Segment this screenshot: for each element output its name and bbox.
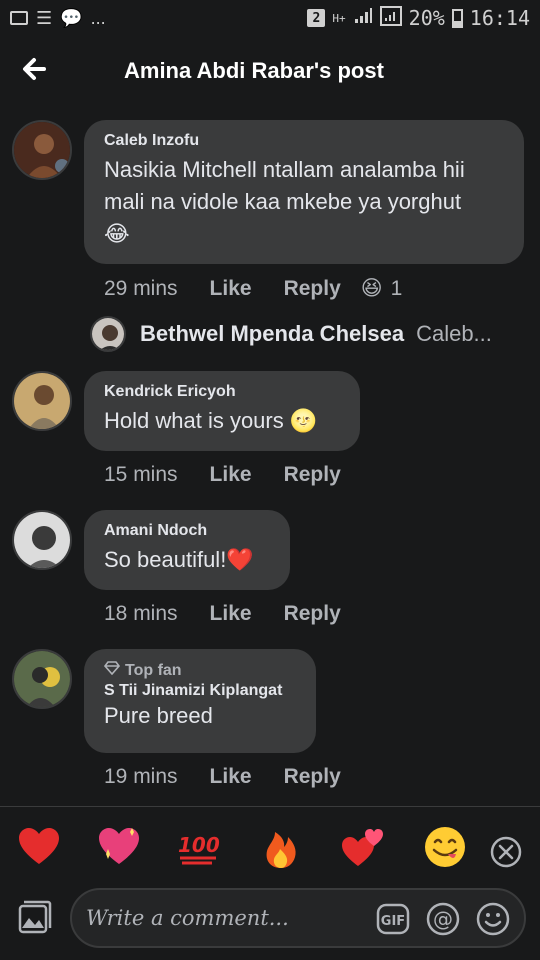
like-button[interactable]: Like xyxy=(210,277,252,301)
reply-author: Bethwel Mpenda Chelsea xyxy=(140,321,405,346)
comment-bubble[interactable]: Caleb Inzofu Nasikia Mitchell ntallam an… xyxy=(84,120,524,264)
avatar[interactable] xyxy=(12,649,72,709)
like-button[interactable]: Like xyxy=(210,602,252,626)
avatar[interactable] xyxy=(12,120,72,180)
comment-text: So beautiful!❤️ xyxy=(104,547,254,572)
comment-bubble[interactable]: Top fan S Tii Jinamizi Kiplangat Pure br… xyxy=(84,649,316,753)
reaction-summary[interactable]: 😆 1 xyxy=(361,276,403,301)
comment-author[interactable]: Kendrick Ericyoh xyxy=(104,383,340,401)
image-icon xyxy=(10,11,28,25)
comment-input[interactable] xyxy=(86,900,366,936)
page-title: Amina Abdi Rabar's post xyxy=(124,58,384,83)
comment-actions: 19 mins Like Reply xyxy=(104,765,341,789)
top-fan-badge: Top fan xyxy=(103,661,296,680)
reaction-bar: 100 xyxy=(0,810,540,880)
emoji: 😂 xyxy=(104,221,130,246)
status-dots: ... xyxy=(90,7,106,28)
comment-input-container: GIF @ xyxy=(70,888,526,948)
back-arrow-icon[interactable] xyxy=(18,54,52,84)
like-button[interactable]: Like xyxy=(210,765,252,789)
at-label: @ xyxy=(433,907,453,931)
comment-author[interactable]: S Tii Jinamizi Kiplangat xyxy=(104,682,296,700)
chat-icon: 💬 xyxy=(60,7,83,28)
svg-text:100: 100 xyxy=(178,833,220,857)
diamond-icon xyxy=(103,661,121,680)
comment-time[interactable]: 15 mins xyxy=(104,463,178,487)
photo-icon[interactable] xyxy=(16,900,52,936)
comment-author[interactable]: Caleb Inzofu xyxy=(104,132,504,150)
smiley-icon[interactable] xyxy=(476,902,510,936)
signal-icon-2 xyxy=(379,5,402,31)
comment-bubble[interactable]: Amani Ndoch So beautiful!❤️ xyxy=(84,510,290,590)
reply-avatar xyxy=(90,316,126,352)
like-button[interactable]: Like xyxy=(210,463,252,487)
comment-time[interactable]: 29 mins xyxy=(104,277,178,301)
close-circle-icon[interactable] xyxy=(490,836,522,868)
gif-button[interactable]: GIF xyxy=(376,902,410,936)
avatar[interactable] xyxy=(12,510,72,570)
reaction-emoji: 😆 xyxy=(360,277,383,300)
list-icon: ☰ xyxy=(36,7,53,28)
comment-actions: 15 mins Like Reply xyxy=(104,463,341,487)
gif-label: GIF xyxy=(381,914,405,929)
reply-button[interactable]: Reply xyxy=(284,463,341,487)
comment-text: Pure breed xyxy=(104,703,213,728)
comment-time[interactable]: 18 mins xyxy=(104,602,178,626)
two-hearts-icon[interactable] xyxy=(340,824,386,870)
hundred-points-icon[interactable]: 100 xyxy=(176,824,222,870)
sparkling-heart-icon[interactable] xyxy=(96,824,142,870)
comment-time[interactable]: 19 mins xyxy=(104,765,178,789)
comment-text: Nasikia Mitchell ntallam analamba hii ma… xyxy=(104,157,465,246)
comment-composer: GIF @ xyxy=(0,880,540,960)
battery-percent: 20% xyxy=(408,6,445,30)
battery-icon xyxy=(451,8,463,28)
emoji: 🌝 xyxy=(289,408,318,433)
comment-bubble[interactable]: Kendrick Ericyoh Hold what is yours 🌝 xyxy=(84,371,360,451)
status-bar: ☰ 💬 ... 2 H+ 20% 16:14 xyxy=(0,0,540,36)
red-heart-icon[interactable] xyxy=(16,824,62,870)
reaction-count: 1 xyxy=(390,276,403,300)
savoring-face-icon[interactable] xyxy=(422,824,468,870)
signal-icon xyxy=(353,6,373,30)
fire-icon[interactable] xyxy=(258,824,304,870)
reply-snippet: Caleb... xyxy=(416,321,492,346)
emoji: ❤️ xyxy=(226,547,254,572)
reply-button[interactable]: Reply xyxy=(284,765,341,789)
comment-text: Hold what is yours 🌝 xyxy=(104,408,318,433)
mention-button[interactable]: @ xyxy=(426,902,460,936)
comment-author[interactable]: Amani Ndoch xyxy=(104,522,270,540)
comment-actions: 18 mins Like Reply xyxy=(104,602,341,626)
network-type: H+ xyxy=(332,11,346,25)
comment-actions: 29 mins Like Reply 😆 1 xyxy=(104,276,402,301)
comment-list[interactable]: Caleb Inzofu Nasikia Mitchell ntallam an… xyxy=(0,106,540,806)
divider xyxy=(0,806,540,807)
avatar[interactable] xyxy=(12,371,72,431)
reply-button[interactable]: Reply xyxy=(284,277,341,301)
clock: 16:14 xyxy=(469,6,530,30)
app-bar: Amina Abdi Rabar's post xyxy=(0,36,540,106)
top-fan-label: Top fan xyxy=(125,661,182,679)
reply-preview[interactable]: Bethwel Mpenda Chelsea Caleb... xyxy=(90,316,530,352)
reply-button[interactable]: Reply xyxy=(284,602,341,626)
sim-badge: 2 xyxy=(307,9,326,27)
